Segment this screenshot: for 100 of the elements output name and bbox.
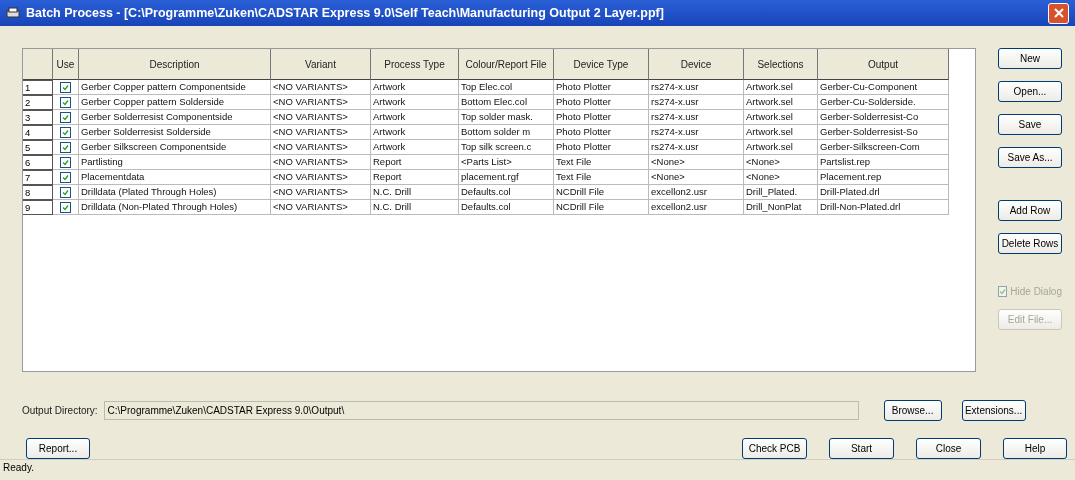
table-cell: Drill_NonPlat <box>744 200 818 215</box>
use-checkbox[interactable] <box>60 96 71 108</box>
table-cell: Artwork <box>371 80 459 95</box>
column-header[interactable]: Use <box>53 49 79 80</box>
dialog-button[interactable]: Check PCB <box>742 438 807 459</box>
close-icon <box>1053 8 1064 18</box>
use-checkbox[interactable] <box>60 111 71 123</box>
column-header[interactable]: Process Type <box>371 49 459 80</box>
row-header[interactable]: 1 <box>23 80 53 95</box>
table-cell: Report <box>371 170 459 185</box>
table-cell: Gerber-Cu-Component <box>818 80 949 95</box>
table-cell: Artwork <box>371 140 459 155</box>
table-cell: rs274-x.usr <box>649 110 744 125</box>
row-header[interactable]: 6 <box>23 155 53 170</box>
table-cell: Partslist.rep <box>818 155 949 170</box>
row-header[interactable]: 3 <box>23 110 53 125</box>
table-cell: Photo Plotter <box>554 80 649 95</box>
row-header[interactable]: 2 <box>23 95 53 110</box>
column-header[interactable]: Description <box>79 49 271 80</box>
column-header[interactable]: Selections <box>744 49 818 80</box>
table-cell: Drilldata (Plated Through Holes) <box>79 185 271 200</box>
table-cell: Bottom Elec.col <box>459 95 554 110</box>
table-cell: Top silk screen.c <box>459 140 554 155</box>
table-cell: <NO VARIANTS> <box>271 95 371 110</box>
column-header[interactable]: Variant <box>271 49 371 80</box>
use-checkbox[interactable] <box>60 201 71 213</box>
table-cell: N.C. Drill <box>371 185 459 200</box>
dialog-button[interactable]: Start <box>829 438 894 459</box>
table-cell: excellon2.usr <box>649 185 744 200</box>
table-cell: Gerber-Silkscreen-Com <box>818 140 949 155</box>
use-checkbox[interactable] <box>60 141 71 153</box>
column-header[interactable]: Device <box>649 49 744 80</box>
table-cell: NCDrill File <box>554 200 649 215</box>
table-cell: <NO VARIANTS> <box>271 155 371 170</box>
table-cell: rs274-x.usr <box>649 140 744 155</box>
side-button[interactable]: New <box>998 48 1062 69</box>
table-cell: NCDrill File <box>554 185 649 200</box>
dialog-button[interactable]: Close <box>916 438 981 459</box>
close-button[interactable] <box>1048 2 1069 24</box>
table-cell: Artwork.sel <box>744 110 818 125</box>
table-cell: Partlisting <box>79 155 271 170</box>
use-checkbox[interactable] <box>60 156 71 168</box>
table-cell: Artwork.sel <box>744 80 818 95</box>
table-cell: Report <box>371 155 459 170</box>
table-cell: Drilldata (Non-Plated Through Holes) <box>79 200 271 215</box>
side-button[interactable]: Delete Rows <box>998 233 1062 254</box>
corner-header <box>23 49 53 80</box>
table-cell: placement.rgf <box>459 170 554 185</box>
table-cell: excellon2.usr <box>649 200 744 215</box>
output-directory-field[interactable]: C:\Programme\Zuken\CADSTAR Express 9.0\Output\ <box>103 401 859 420</box>
side-button[interactable]: Save <box>998 114 1062 135</box>
use-checkbox[interactable] <box>60 126 71 138</box>
table-cell: Gerber-Solderresist-Co <box>818 110 949 125</box>
table-cell: Artwork <box>371 125 459 140</box>
table-cell: Gerber Solderresist Componentside <box>79 110 271 125</box>
table-cell: Defaults.col <box>459 200 554 215</box>
output-directory-label: Output Directory: <box>22 405 98 416</box>
side-button[interactable]: Open... <box>998 81 1062 102</box>
table-cell: Artwork.sel <box>744 95 818 110</box>
table-cell: Gerber Silkscreen Componentside <box>79 140 271 155</box>
table-cell: Drill-Non-Plated.drl <box>818 200 949 215</box>
table-cell: Text File <box>554 155 649 170</box>
table-cell: Top Elec.col <box>459 80 554 95</box>
side-button[interactable]: Save As... <box>998 147 1062 168</box>
table-cell: Gerber Solderresist Solderside <box>79 125 271 140</box>
table-cell: Defaults.col <box>459 185 554 200</box>
row-header[interactable]: 9 <box>23 200 53 215</box>
table-cell: N.C. Drill <box>371 200 459 215</box>
extensions-button[interactable]: Extensions... <box>961 400 1026 421</box>
column-header[interactable]: Device Type <box>554 49 649 80</box>
table-cell: <NO VARIANTS> <box>271 110 371 125</box>
browse-button[interactable]: Browse... <box>883 400 942 421</box>
use-checkbox[interactable] <box>60 81 71 93</box>
table-cell: Artwork.sel <box>744 140 818 155</box>
use-checkbox[interactable] <box>60 186 71 198</box>
table-cell: <NO VARIANTS> <box>271 185 371 200</box>
dialog-button[interactable]: Help <box>1003 438 1067 459</box>
table-cell: rs274-x.usr <box>649 95 744 110</box>
row-header[interactable]: 7 <box>23 170 53 185</box>
table-cell: <None> <box>744 170 818 185</box>
table-cell: Artwork <box>371 110 459 125</box>
printer-icon <box>6 7 20 19</box>
table-cell: <Parts List> <box>459 155 554 170</box>
column-header[interactable]: Colour/Report File <box>459 49 554 80</box>
table-cell: <None> <box>649 155 744 170</box>
table-cell: rs274-x.usr <box>649 80 744 95</box>
table-cell: Placement.rep <box>818 170 949 185</box>
table-cell: Drill_Plated. <box>744 185 818 200</box>
table-cell: Placementdata <box>79 170 271 185</box>
report-button[interactable]: Report... <box>26 438 90 459</box>
table-cell: Gerber-Cu-Solderside. <box>818 95 949 110</box>
row-header[interactable]: 8 <box>23 185 53 200</box>
use-checkbox[interactable] <box>60 171 71 183</box>
table-cell: Text File <box>554 170 649 185</box>
table-cell: Photo Plotter <box>554 110 649 125</box>
row-header[interactable]: 4 <box>23 125 53 140</box>
side-button[interactable]: Add Row <box>998 200 1062 221</box>
row-header[interactable]: 5 <box>23 140 53 155</box>
table-cell: Artwork.sel <box>744 125 818 140</box>
column-header[interactable]: Output <box>818 49 949 80</box>
